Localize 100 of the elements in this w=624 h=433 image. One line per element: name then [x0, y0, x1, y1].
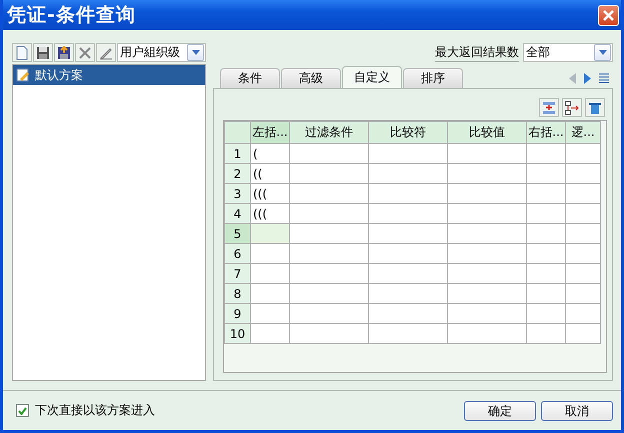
table-cell[interactable]: (((: [250, 204, 290, 224]
row-number: 4: [224, 204, 250, 224]
table-cell[interactable]: [448, 204, 526, 224]
table-cell[interactable]: [368, 184, 448, 204]
table-cell[interactable]: [526, 244, 566, 264]
close-icon: [602, 8, 615, 22]
dropdown-button[interactable]: [187, 44, 204, 61]
save-as-button[interactable]: [54, 43, 74, 62]
table-cell[interactable]: [566, 284, 600, 304]
dialog-button[interactable]: 取消: [541, 400, 613, 420]
table-cell[interactable]: (((: [250, 184, 290, 204]
add-child-button[interactable]: [562, 98, 582, 117]
table-cell[interactable]: [290, 144, 368, 164]
table-cell[interactable]: [448, 224, 526, 244]
new-button[interactable]: [12, 43, 32, 62]
row-number: 6: [224, 244, 250, 264]
table-cell[interactable]: [250, 324, 290, 344]
tab[interactable]: 自定义: [342, 66, 402, 88]
table-cell[interactable]: [566, 224, 600, 244]
table-cell[interactable]: [526, 184, 566, 204]
column-header[interactable]: 逻...: [566, 122, 600, 144]
table-cell[interactable]: [448, 284, 526, 304]
table-cell[interactable]: [290, 304, 368, 324]
dialog-button[interactable]: 确定: [464, 400, 536, 420]
table-cell[interactable]: [250, 244, 290, 264]
table-cell[interactable]: [290, 264, 368, 284]
column-header[interactable]: 比较值: [448, 122, 526, 144]
column-header[interactable]: 右括...: [526, 122, 566, 144]
table-cell[interactable]: [448, 244, 526, 264]
table-cell[interactable]: [566, 244, 600, 264]
table-cell[interactable]: [566, 304, 600, 324]
checkbox[interactable]: [16, 404, 29, 417]
table-cell[interactable]: [526, 204, 566, 224]
table-cell[interactable]: [368, 324, 448, 344]
rows-icon: [542, 100, 556, 114]
tab[interactable]: 排序: [403, 68, 463, 88]
table-cell[interactable]: [448, 184, 526, 204]
table-cell[interactable]: [448, 164, 526, 184]
table-cell[interactable]: [368, 224, 448, 244]
column-header[interactable]: 左括...: [250, 122, 290, 144]
table-cell[interactable]: [448, 324, 526, 344]
table-cell[interactable]: [290, 244, 368, 264]
table-cell[interactable]: [250, 304, 290, 324]
row-number: 3: [224, 184, 250, 204]
table-cell[interactable]: [290, 184, 368, 204]
table-cell[interactable]: [448, 304, 526, 324]
dropdown-button[interactable]: [594, 44, 611, 61]
tab[interactable]: 高级: [281, 68, 341, 88]
row-number: 2: [224, 164, 250, 184]
tab[interactable]: 条件: [220, 68, 280, 88]
table-cell[interactable]: [290, 224, 368, 244]
table-cell[interactable]: [526, 164, 566, 184]
table-cell[interactable]: [250, 284, 290, 304]
table-cell[interactable]: [526, 284, 566, 304]
scheme-item[interactable]: 默认方案: [13, 65, 205, 85]
table-cell[interactable]: [250, 224, 290, 244]
table-cell[interactable]: [526, 304, 566, 324]
table-cell[interactable]: [250, 264, 290, 284]
table-cell[interactable]: [448, 264, 526, 284]
table-cell[interactable]: [526, 144, 566, 164]
table-cell[interactable]: [368, 244, 448, 264]
table-cell[interactable]: [368, 144, 448, 164]
level-select[interactable]: 用户組织级: [117, 43, 206, 62]
table-cell[interactable]: [566, 324, 600, 344]
table-cell[interactable]: ((: [250, 164, 290, 184]
insert-row-button[interactable]: [539, 98, 559, 117]
cross-icon: [78, 46, 92, 60]
clear-button[interactable]: [585, 98, 605, 117]
column-header[interactable]: 比较符: [368, 122, 448, 144]
table-cell[interactable]: [290, 164, 368, 184]
table-cell[interactable]: [368, 304, 448, 324]
table-cell[interactable]: [526, 264, 566, 284]
table-cell[interactable]: [526, 324, 566, 344]
table-cell[interactable]: [566, 144, 600, 164]
table-cell[interactable]: [566, 204, 600, 224]
document-icon: [16, 46, 28, 60]
table-cell[interactable]: [368, 164, 448, 184]
table-cell[interactable]: [368, 264, 448, 284]
table-cell[interactable]: [526, 224, 566, 244]
tree-icon: [565, 100, 579, 114]
table-cell[interactable]: [566, 164, 600, 184]
table-cell[interactable]: (: [250, 144, 290, 164]
table-cell[interactable]: [566, 184, 600, 204]
column-header[interactable]: 过滤条件: [290, 122, 368, 144]
table-cell[interactable]: [566, 264, 600, 284]
row-number: 8: [224, 284, 250, 304]
table-cell[interactable]: [368, 284, 448, 304]
window-title: 凭证-条件查询: [6, 3, 136, 28]
caret-icon: [598, 50, 606, 55]
table-cell[interactable]: [368, 204, 448, 224]
table-cell[interactable]: [290, 204, 368, 224]
table-cell[interactable]: [290, 284, 368, 304]
max-results-select[interactable]: 全部: [523, 43, 613, 62]
save-button[interactable]: [33, 43, 53, 62]
edit-button[interactable]: [96, 43, 116, 62]
table-cell[interactable]: [448, 144, 526, 164]
table-cell[interactable]: [290, 324, 368, 344]
close-button[interactable]: [598, 4, 619, 26]
list-icon: [599, 73, 609, 83]
bin-icon: [588, 100, 602, 114]
